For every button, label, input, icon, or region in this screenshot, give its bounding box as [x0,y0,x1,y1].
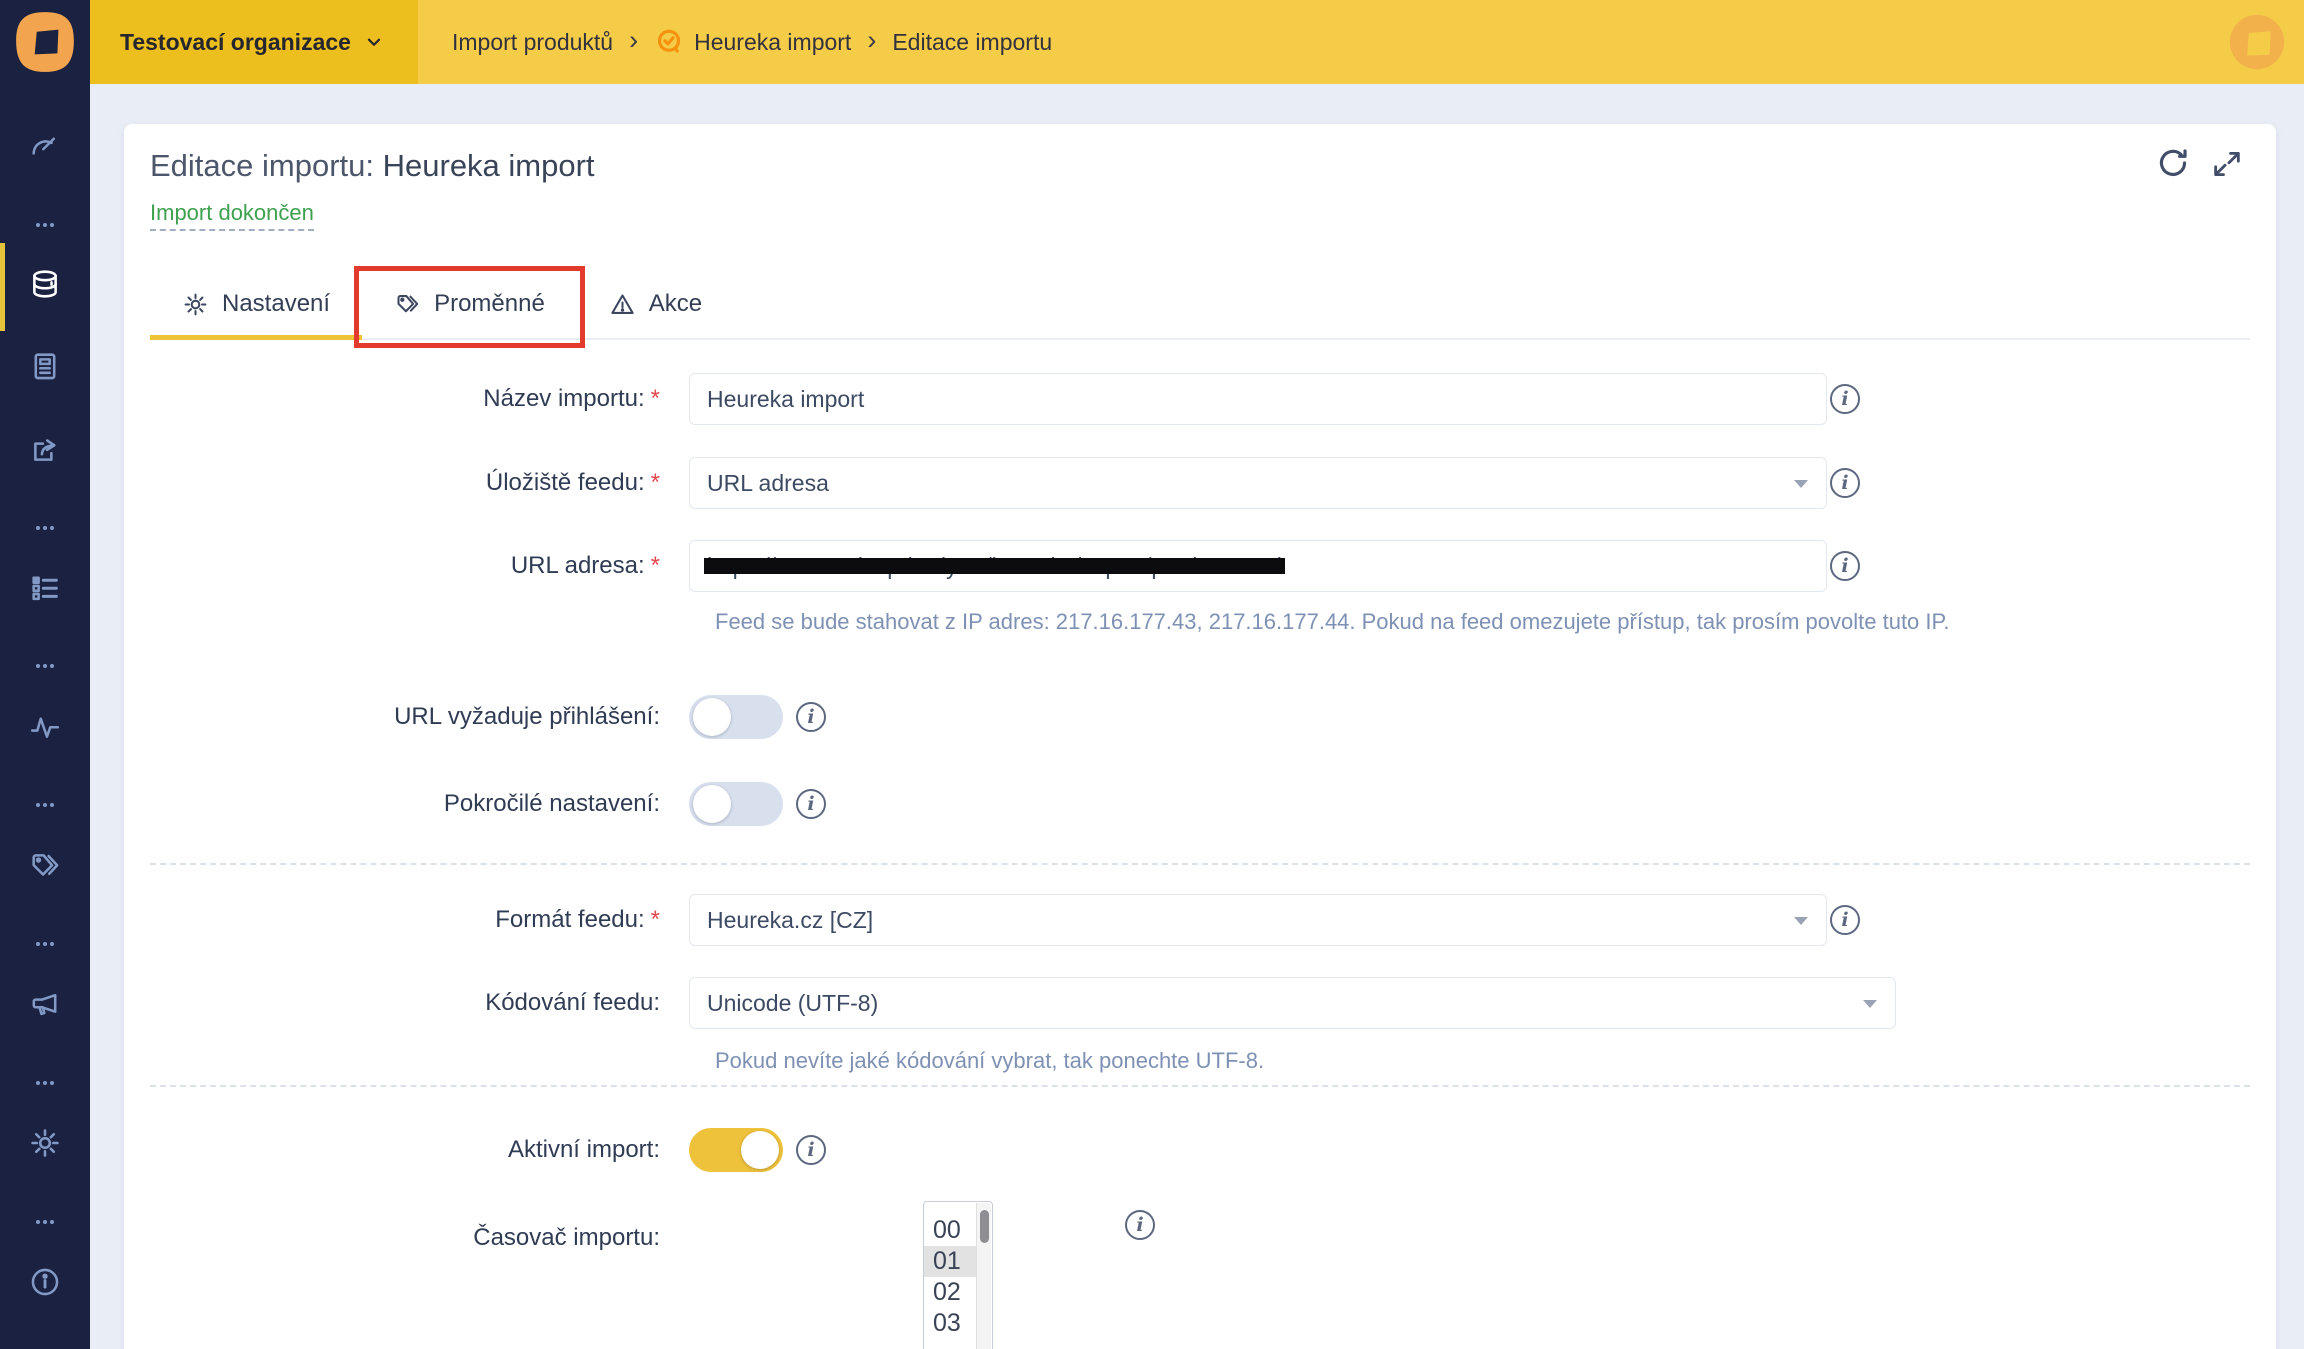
sidebar-activity-icon[interactable] [0,710,90,744]
edit-import-card: Editace importu: Heureka import Import d… [124,124,2276,1349]
gear-icon [182,291,209,318]
scrollbar-thumb[interactable] [980,1210,989,1243]
app-screen: Testovací organizace Import produktů › H… [0,0,2304,1349]
toggle-knob [693,785,731,823]
field-row-nazev: Název importu:* Heureka import [150,373,2250,425]
url-adresa-input[interactable]: https://www.srdceprirody.cz/heureka/expo… [689,540,1827,592]
breadcrumb: Import produktů › Heureka import › Edita… [452,0,1052,84]
field-row-format: Formát feedu:* Heureka.cz [CZ] [150,894,2250,946]
field-label: URL adresa: [511,552,645,579]
sidebar-menu-dots-icon[interactable] [0,516,90,540]
sidebar-menu-dots-icon[interactable] [0,793,90,817]
info-icon[interactable] [1830,905,1860,935]
warning-icon [609,291,636,318]
tab-akce[interactable]: Akce [577,270,734,338]
info-icon[interactable] [1125,1210,1155,1240]
org-switcher[interactable]: Testovací organizace [90,0,418,84]
app-logo[interactable] [0,0,90,84]
timer-option-00[interactable]: 00 [924,1215,978,1246]
breadcrumb-separator: › [867,27,876,58]
sidebar-info-icon[interactable] [0,1265,90,1299]
field-label: Aktivní import: [508,1136,660,1163]
chevron-down-icon [363,31,385,53]
sidebar-menu-dots-icon[interactable] [0,1071,90,1095]
breadcrumb-heureka-import[interactable]: Heureka import [654,27,851,57]
timer-option-02[interactable]: 02 [924,1277,978,1308]
page-title: Editace importu: Heureka import [150,146,595,186]
field-row-uloziste: Úložiště feedu:* URL adresa [150,457,2250,509]
field-row-pokrocile: Pokročilé nastavení: [150,782,2250,826]
dropdown-caret-icon [1794,480,1808,488]
pokrocile-nastaveni-toggle[interactable] [689,782,783,826]
field-row-url: URL adresa:* https://www.srdceprirody.cz… [150,540,2250,592]
field-row-url-login: URL vyžaduje přihlášení: [150,695,2250,739]
info-icon[interactable] [796,702,826,732]
refresh-button[interactable] [2154,144,2192,182]
brand-watermark [2228,13,2286,71]
sidebar-database-icon[interactable] [0,267,90,301]
field-row-kodovani: Kódování feedu: Unicode (UTF-8) [150,977,2250,1029]
logo-icon [12,9,78,75]
breadcrumb-import-produktu[interactable]: Import produktů [452,29,613,56]
sidebar [0,0,90,1349]
kodovani-helper-text: Pokud nevíte jaké kódování vybrat, tak p… [715,1045,1264,1076]
import-status-badge[interactable]: Import dokončen [150,200,314,231]
kodovani-feedu-select[interactable]: Unicode (UTF-8) [689,977,1896,1029]
sidebar-list-icon[interactable] [0,571,90,605]
info-icon[interactable] [796,1135,826,1165]
tab-promenne[interactable]: Proměnné [362,270,577,338]
uloziste-feedu-select[interactable]: URL adresa [689,457,1827,509]
org-name: Testovací organizace [120,29,351,56]
info-icon[interactable] [796,789,826,819]
sidebar-gear-icon[interactable] [0,1126,90,1160]
field-label: URL vyžaduje přihlášení: [394,703,660,730]
sidebar-menu-dots-icon[interactable] [0,932,90,956]
redacted-url-value: https://www.srdceprirody.cz/heureka/expo… [707,553,1282,580]
sidebar-menu-dots-icon[interactable] [0,1210,90,1234]
fullscreen-button[interactable] [2210,147,2244,181]
toggle-knob [741,1131,779,1169]
top-bar: Testovací organizace Import produktů › H… [90,0,2304,84]
sidebar-menu-dots-icon[interactable] [0,654,90,678]
sidebar-dashboard-icon[interactable] [0,130,90,164]
sidebar-share-icon[interactable] [0,433,90,467]
field-label: Název importu: [483,385,644,412]
timer-option-01[interactable]: 01 [924,1246,978,1277]
dropdown-caret-icon [1863,1000,1877,1008]
heureka-check-icon [654,27,684,57]
info-icon[interactable] [1830,468,1860,498]
breadcrumb-separator: › [629,27,638,58]
field-label-casovac: Časovač importu: [150,1224,660,1252]
dropdown-caret-icon [1794,917,1808,925]
timer-listbox[interactable]: 00010203 [923,1201,993,1349]
info-icon[interactable] [1830,384,1860,414]
sidebar-tag-icon[interactable] [0,849,90,883]
tag-icon [394,291,421,318]
field-label: Formát feedu: [495,906,644,933]
sidebar-menu-dots-icon[interactable] [0,213,90,237]
section-divider [150,863,2250,865]
breadcrumb-editace-importu[interactable]: Editace importu [892,29,1052,56]
sidebar-document-icon[interactable] [0,349,90,383]
aktivni-import-toggle[interactable] [689,1128,783,1172]
tab-nastaveni[interactable]: Nastavení [150,270,362,338]
url-helper-text: Feed se bude stahovat z IP adres: 217.16… [715,606,1949,637]
toggle-knob [693,698,731,736]
format-feedu-select[interactable]: Heureka.cz [CZ] [689,894,1827,946]
field-row-aktivni: Aktivní import: [150,1128,2250,1172]
listbox-scrollbar[interactable] [976,1203,991,1349]
field-label: Kódování feedu: [485,989,660,1016]
expand-icon [2210,147,2244,181]
tab-bar: Nastavení Proměnné Akce [150,270,2250,340]
url-login-toggle[interactable] [689,695,783,739]
nazev-importu-input[interactable]: Heureka import [689,373,1827,425]
info-icon[interactable] [1830,551,1860,581]
field-label: Úložiště feedu: [486,469,645,496]
section-divider [150,1085,2250,1087]
timer-option-03[interactable]: 03 [924,1308,978,1339]
refresh-icon [2154,144,2192,182]
field-label: Pokročilé nastavení: [444,790,660,817]
sidebar-megaphone-icon[interactable] [0,987,90,1021]
